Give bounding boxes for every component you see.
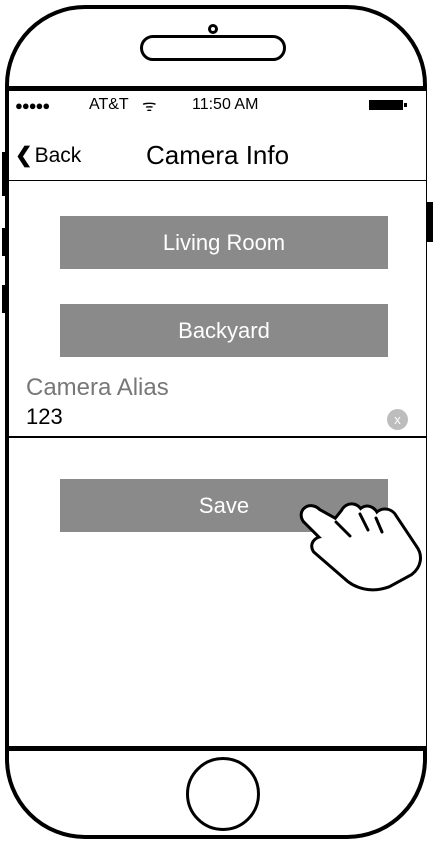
screen: ●●●●● AT&T ᯤ 11:50 AM ❮Back Camera Info …	[9, 86, 426, 751]
camera-button-label: Backyard	[178, 317, 270, 343]
signal-strength-icon: ●●●●●	[15, 98, 50, 113]
back-button[interactable]: ❮Back	[15, 143, 81, 168]
wifi-icon: ᯤ	[142, 98, 157, 115]
power-button	[425, 202, 433, 242]
front-camera	[208, 24, 218, 34]
home-button	[186, 757, 260, 831]
status-bar: ●●●●● AT&T ᯤ 11:50 AM	[9, 91, 426, 121]
battery-icon	[369, 100, 407, 110]
navigation-bar: ❮Back Camera Info	[9, 121, 426, 181]
save-button-label: Save	[198, 492, 250, 518]
earpiece-speaker	[140, 35, 286, 61]
carrier-name: AT&T	[89, 96, 129, 113]
status-time: 11:50 AM	[192, 96, 259, 113]
pointing-hand-icon	[299, 502, 422, 592]
clear-icon: x	[394, 412, 401, 427]
camera-button-label: Living Room	[162, 229, 286, 255]
camera-button-living-room[interactable]: Living Room	[60, 216, 388, 269]
back-label: Back	[34, 144, 82, 167]
field-divider	[9, 436, 426, 438]
camera-button-backyard[interactable]: Backyard	[60, 304, 388, 357]
chevron-left-icon: ❮	[15, 144, 33, 167]
camera-alias-input[interactable]: 123	[26, 404, 63, 430]
camera-alias-label: Camera Alias	[26, 374, 169, 401]
clear-input-button[interactable]: x	[387, 409, 408, 430]
page-title: Camera Info	[146, 140, 290, 170]
